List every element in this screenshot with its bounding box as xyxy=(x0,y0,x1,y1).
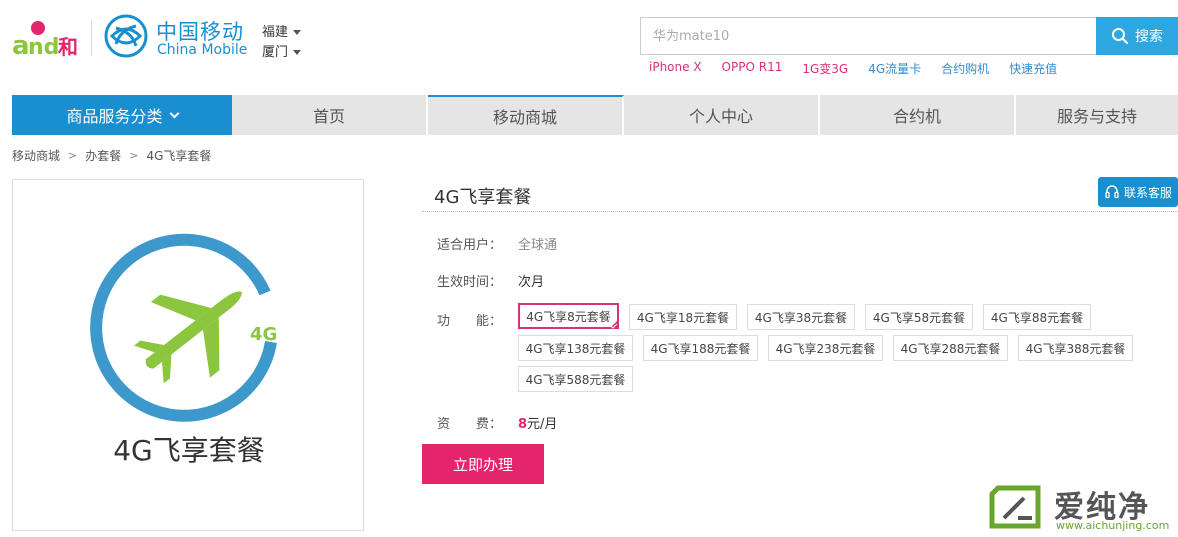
effective-time-label: 生效时间： xyxy=(437,275,503,290)
product-title: 4G飞享套餐 xyxy=(434,187,532,208)
contact-service-button[interactable]: 联系客服 xyxy=(1098,177,1178,207)
watermark-url: www.aichunjing.com xyxy=(1056,519,1170,532)
svg-text:nd: nd xyxy=(28,35,59,60)
package-option[interactable]: 4G飞享238元套餐 xyxy=(768,335,883,361)
fee-amount: 8 xyxy=(518,417,528,432)
fee-value: 8元/月 xyxy=(518,413,557,432)
province-selector[interactable]: 福建 xyxy=(262,21,302,40)
search-button[interactable]: 搜索 xyxy=(1096,17,1178,55)
china-mobile-logo-icon[interactable] xyxy=(104,14,148,58)
hot-link[interactable]: iPhone X xyxy=(649,60,702,77)
nav-item-service-support[interactable]: 服务与支持 xyxy=(1016,95,1178,135)
airplane-4g-icon: 4G xyxy=(90,233,277,422)
users-label: 适合用户： xyxy=(437,238,503,253)
effective-time-value: 次月 xyxy=(518,275,545,290)
breadcrumb-item[interactable]: 办套餐 xyxy=(85,147,121,164)
svg-text:和: 和 xyxy=(58,35,78,59)
search-icon xyxy=(1112,28,1129,45)
chevron-down-icon xyxy=(293,30,302,35)
search-button-label: 搜索 xyxy=(1135,29,1163,45)
package-option[interactable]: 4G飞享288元套餐 xyxy=(893,335,1008,361)
hot-link[interactable]: 1G变3G xyxy=(802,60,848,77)
package-option[interactable]: 4G飞享588元套餐 xyxy=(518,366,633,392)
chevron-down-icon xyxy=(293,50,302,55)
function-label: 功 能： xyxy=(437,314,503,329)
package-option[interactable]: 4G飞享138元套餐 xyxy=(518,335,633,361)
city-label: 厦门 xyxy=(262,45,289,60)
title-divider xyxy=(422,211,1178,212)
chevron-right-icon: > xyxy=(68,149,78,162)
product-image-caption: 4G飞享套餐 xyxy=(113,434,265,467)
category-menu-button[interactable]: 商品服务分类 xyxy=(12,95,232,135)
category-menu-label: 商品服务分类 xyxy=(66,107,163,126)
hot-link[interactable]: 快速充值 xyxy=(1009,60,1057,77)
fee-unit: 元/月 xyxy=(527,417,558,432)
apply-now-button[interactable]: 立即办理 xyxy=(422,444,544,484)
chevron-down-icon xyxy=(169,108,179,118)
watermark-logo-icon xyxy=(988,484,1044,530)
package-option-label: 4G飞享8元套餐 xyxy=(526,309,611,324)
svg-text:a: a xyxy=(12,31,30,60)
hot-search-links: iPhone X OPPO R11 1G变3G 4G流量卡 合约购机 快速充值 xyxy=(649,60,1057,77)
headset-icon xyxy=(1105,185,1119,199)
image-badge: 4G xyxy=(250,324,277,345)
package-option-selected[interactable]: 4G飞享8元套餐 xyxy=(518,303,619,329)
main-nav: 商品服务分类 首页 移动商城 个人中心 合约机 服务与支持 xyxy=(12,95,1178,135)
nav-item-personal-center[interactable]: 个人中心 xyxy=(624,95,820,135)
breadcrumb: 移动商城 > 办套餐 > 4G飞享套餐 xyxy=(12,147,211,164)
search-input[interactable] xyxy=(640,17,1097,55)
fee-label: 资 费： xyxy=(437,417,503,432)
contact-service-label: 联系客服 xyxy=(1123,185,1172,200)
brand-name-en: China Mobile xyxy=(157,42,248,58)
and-logo[interactable]: a nd 和 xyxy=(12,16,82,61)
package-option[interactable]: 4G飞享18元套餐 xyxy=(629,304,737,330)
hot-link[interactable]: OPPO R11 xyxy=(722,60,783,77)
users-value: 全球通 xyxy=(518,238,558,253)
nav-item-contract-phone[interactable]: 合约机 xyxy=(820,95,1016,135)
city-selector[interactable]: 厦门 xyxy=(262,41,302,60)
check-icon xyxy=(610,322,618,329)
product-image: 4G 4G飞享套餐 xyxy=(12,179,364,531)
breadcrumb-item[interactable]: 移动商城 xyxy=(12,147,60,164)
province-label: 福建 xyxy=(262,25,289,40)
package-option[interactable]: 4G飞享38元套餐 xyxy=(747,304,855,330)
hot-link[interactable]: 合约购机 xyxy=(941,60,989,77)
package-option[interactable]: 4G飞享88元套餐 xyxy=(983,304,1091,330)
hot-link[interactable]: 4G流量卡 xyxy=(868,60,921,77)
package-option[interactable]: 4G飞享188元套餐 xyxy=(643,335,758,361)
logo-divider xyxy=(91,20,92,56)
nav-item-mall[interactable]: 移动商城 xyxy=(428,95,624,135)
chevron-right-icon: > xyxy=(129,149,139,162)
nav-item-home[interactable]: 首页 xyxy=(232,95,428,135)
package-option[interactable]: 4G飞享388元套餐 xyxy=(1018,335,1133,361)
package-option[interactable]: 4G飞享58元套餐 xyxy=(865,304,973,330)
breadcrumb-item: 4G飞享套餐 xyxy=(146,149,212,163)
